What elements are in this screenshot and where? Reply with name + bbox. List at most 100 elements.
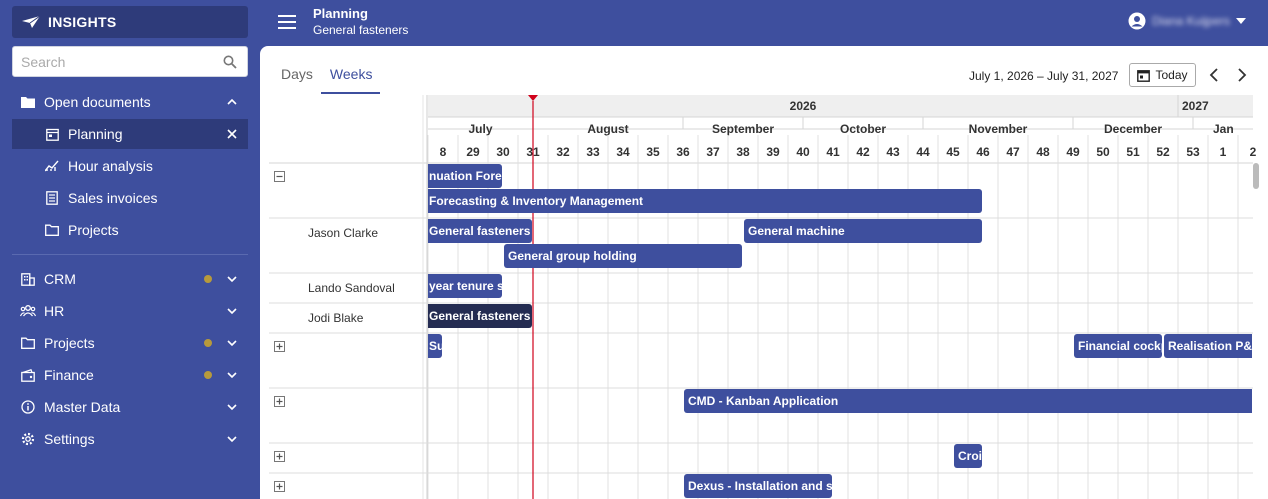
- sidebar-item-settings[interactable]: Settings: [12, 424, 248, 454]
- vertical-scrollbar[interactable]: [1253, 163, 1259, 189]
- week-label: 49: [1066, 145, 1080, 159]
- calendar-icon: [1137, 69, 1151, 82]
- folder-icon: [20, 94, 36, 110]
- task-bar[interactable]: General machine: [744, 219, 982, 243]
- chevron-down-icon[interactable]: [226, 369, 238, 381]
- folder-icon: [44, 222, 60, 238]
- resource-label: Jodi Blake: [308, 311, 364, 325]
- task-bar[interactable]: Croi: [954, 444, 982, 468]
- week-label: 44: [916, 145, 930, 159]
- paper-plane-icon: [22, 16, 40, 28]
- chevron-down-icon[interactable]: [226, 433, 238, 445]
- month-label: December: [1104, 122, 1162, 136]
- chevron-down-icon[interactable]: [226, 305, 238, 317]
- week-label: 47: [1006, 145, 1020, 159]
- sidebar: INSIGHTS Open documents Planning Hour an…: [0, 0, 260, 499]
- tab-days[interactable]: Days: [272, 64, 321, 94]
- task-bar[interactable]: year tenure se: [428, 274, 502, 298]
- week-label: 42: [856, 145, 870, 159]
- close-icon[interactable]: [226, 128, 238, 140]
- caret-down-icon[interactable]: [1236, 18, 1246, 24]
- search-box[interactable]: [12, 46, 248, 77]
- resource-label: Jason Clarke: [308, 226, 379, 240]
- gear-icon: [20, 431, 36, 447]
- sidebar-item-finance[interactable]: Finance: [12, 360, 248, 390]
- sidebar-item-label: Master Data: [44, 399, 121, 415]
- search-icon[interactable]: [223, 55, 237, 69]
- month-label: September: [712, 122, 774, 136]
- week-label: 53: [1186, 145, 1200, 159]
- sidebar-item-projects[interactable]: Projects: [12, 328, 248, 358]
- calendar-icon: [44, 126, 60, 142]
- task-bar[interactable]: General group holding: [504, 244, 742, 268]
- chevron-down-icon[interactable]: [226, 337, 238, 349]
- week-label: 40: [796, 145, 810, 159]
- week-label: 36: [676, 145, 690, 159]
- chevron-down-icon[interactable]: [226, 273, 238, 285]
- hamburger-menu-icon[interactable]: [278, 14, 296, 30]
- expand-row-icon[interactable]: [274, 481, 285, 492]
- folder-icon: [20, 335, 36, 351]
- sidebar-item-hr[interactable]: HR: [12, 296, 248, 326]
- tab-weeks[interactable]: Weeks: [320, 64, 381, 94]
- chevron-down-icon[interactable]: [226, 401, 238, 413]
- building-icon: [20, 271, 36, 287]
- month-label: August: [587, 122, 628, 136]
- week-label: 8: [440, 145, 447, 159]
- month-label: July: [468, 122, 492, 136]
- page-title: Planning: [313, 6, 368, 21]
- sidebar-item-projects-doc[interactable]: Projects: [12, 215, 248, 245]
- invoice-icon: [44, 190, 60, 206]
- sidebar-item-label: Finance: [44, 367, 94, 383]
- task-bar[interactable]: nuation Forec: [428, 164, 502, 188]
- sidebar-item-label: Planning: [68, 126, 123, 142]
- sidebar-section-open-documents[interactable]: Open documents: [12, 87, 248, 117]
- sidebar-item-label: Projects: [44, 335, 95, 351]
- user-name: Diana Kuijpers: [1151, 14, 1230, 28]
- chevron-up-icon[interactable]: [226, 96, 238, 108]
- gantt-chart: 2026 2027 July August September October Novemb…: [269, 95, 1268, 499]
- sidebar-divider: [12, 254, 248, 255]
- task-bar[interactable]: Financial cockp: [1074, 334, 1162, 358]
- task-bar[interactable]: Su: [428, 334, 442, 358]
- task-bar[interactable]: Dexus - Installation and su: [684, 474, 832, 498]
- expand-row-icon[interactable]: [274, 396, 285, 407]
- week-label: 50: [1096, 145, 1110, 159]
- week-label: 1: [1220, 145, 1227, 159]
- sidebar-item-label: Settings: [44, 431, 95, 447]
- task-bar[interactable]: CMD - Kanban Application: [684, 389, 1252, 413]
- week-label: 33: [586, 145, 600, 159]
- task-bar[interactable]: General fasteners: [428, 219, 532, 243]
- people-icon: [20, 303, 36, 319]
- account-icon: [1128, 12, 1146, 30]
- week-label: 48: [1036, 145, 1050, 159]
- notification-dot: [204, 371, 212, 379]
- gantt-grid: 2026 2027 July August September October Novemb…: [269, 95, 1257, 499]
- search-input[interactable]: [13, 47, 213, 76]
- sidebar-item-label: Projects: [68, 222, 119, 238]
- chevron-right-icon[interactable]: [1235, 67, 1249, 83]
- year-header-bg: [428, 95, 1253, 117]
- week-label: 35: [646, 145, 660, 159]
- top-bar: Planning General fasteners Diana Kuijper…: [260, 0, 1268, 46]
- sidebar-item-crm[interactable]: CRM: [12, 264, 248, 294]
- sidebar-item-sales-invoices[interactable]: Sales invoices: [12, 183, 248, 213]
- month-label: Jan: [1213, 122, 1234, 136]
- sidebar-item-hour-analysis[interactable]: Hour analysis: [12, 151, 248, 181]
- task-bar[interactable]: Forecasting & Inventory Management: [428, 189, 982, 213]
- expand-row-icon[interactable]: [274, 451, 285, 462]
- brand-logo[interactable]: INSIGHTS: [12, 6, 248, 38]
- task-bar[interactable]: General fasteners: [428, 304, 532, 328]
- month-label: October: [840, 122, 886, 136]
- today-button[interactable]: Today: [1129, 63, 1196, 87]
- sidebar-item-label: Hour analysis: [68, 158, 153, 174]
- year-label: 2027: [1182, 99, 1209, 113]
- expand-row-icon[interactable]: [274, 341, 285, 352]
- chevron-left-icon[interactable]: [1207, 67, 1221, 83]
- user-menu[interactable]: Diana Kuijpers: [1128, 12, 1246, 30]
- sidebar-item-master-data[interactable]: Master Data: [12, 392, 248, 422]
- task-bar[interactable]: Realisation P&l: [1164, 334, 1252, 358]
- sidebar-item-planning[interactable]: Planning: [12, 119, 248, 149]
- collapse-row-icon[interactable]: [274, 171, 285, 182]
- resource-label: Lando Sandoval: [308, 281, 395, 295]
